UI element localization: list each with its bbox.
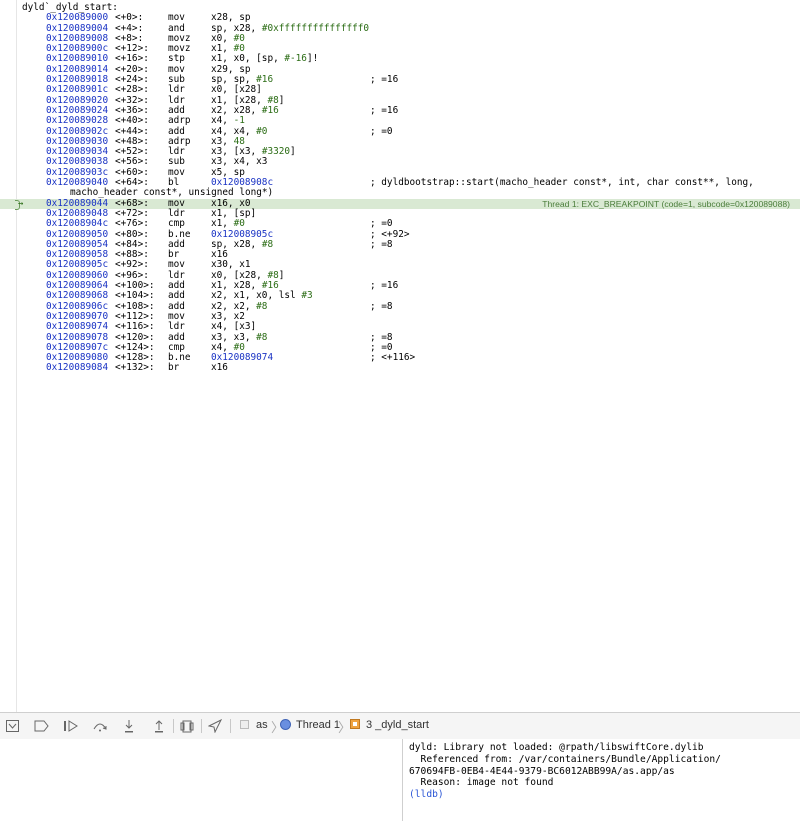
instruction-offset: <+116>:: [115, 321, 155, 333]
console-line: Referenced from: /var/containers/Bundle/…: [409, 753, 721, 765]
instruction-comment: ; <+116>: [370, 352, 416, 364]
immediate-value: #8: [256, 300, 268, 312]
debug-area: dyld: Library not loaded: @rpath/libswif…: [0, 739, 800, 821]
instruction-comment: ; =8: [370, 238, 393, 250]
instruction-comment: ; =0: [370, 218, 393, 230]
instruction-comment: ; =16: [370, 74, 399, 86]
step-over-icon[interactable]: [92, 718, 108, 734]
step-into-icon[interactable]: [122, 718, 136, 734]
step-out-icon[interactable]: [152, 718, 166, 734]
stack-frame-icon: [350, 719, 360, 729]
instruction-comment: ; =16: [370, 104, 399, 116]
operand-suffix: ]: [278, 269, 285, 281]
operand-suffix: ]!: [306, 53, 319, 65]
thread-stop-badge: Thread 1: EXC_BREAKPOINT (code=1, subcod…: [542, 198, 790, 209]
instruction-comment: ; dyldbootstrap::start(macho_header cons…: [370, 177, 754, 189]
simulate-location-icon[interactable]: [208, 718, 222, 734]
instruction-row[interactable]: 0x12008904c <+76>: cmp x1, #0; =0: [0, 218, 800, 230]
instruction-comment: ; =8: [370, 300, 393, 312]
continue-icon[interactable]: [63, 718, 79, 734]
breakpoints-toggle-icon[interactable]: [34, 718, 50, 734]
thread-icon: [280, 719, 291, 730]
operand-suffix: ]: [278, 94, 285, 106]
instruction-mnemonic: cmp: [168, 218, 185, 230]
immediate-value: #8: [256, 331, 268, 343]
console-line: Reason: image not found: [409, 777, 554, 789]
thread-name[interactable]: Thread 1: [296, 719, 340, 731]
immediate-value: #3: [301, 290, 313, 302]
instruction-comment: ; =0: [370, 125, 393, 137]
console-line: dyld: Library not loaded: @rpath/libswif…: [409, 742, 704, 753]
console-line: 670694FB-0EB4-4E44-9379-BC6012ABB99A/as.…: [409, 765, 675, 777]
instruction-comment: ; =16: [370, 280, 399, 292]
instruction-address: 0x120089074: [46, 321, 109, 333]
instruction-mnemonic: ldr: [168, 321, 185, 333]
lldb-prompt[interactable]: (lldb): [409, 789, 800, 801]
disassembly-listing[interactable]: dyld`_dyld_start: 0x120089000 <+0>: mov x28,…: [0, 2, 800, 374]
immediate-value: #0xfffffffffffffff0: [261, 22, 370, 34]
current-line-arrow-icon: →: [18, 198, 24, 209]
instruction-operands: x16: [211, 363, 228, 373]
stack-frame-name[interactable]: 3 _dyld_start: [366, 719, 429, 731]
immediate-value: #0: [256, 125, 268, 137]
console-output[interactable]: dyld: Library not loaded: @rpath/libswif…: [403, 739, 800, 821]
app-icon: [240, 720, 249, 729]
disassembly-editor[interactable]: dyld`_dyld_start: 0x120089000 <+0>: mov x28,…: [0, 0, 800, 712]
debug-bar: as 〉 Thread 1 〉 3 _dyld_start: [0, 712, 800, 740]
variables-view[interactable]: [0, 739, 403, 821]
immediate-value: #8: [261, 238, 274, 250]
process-name[interactable]: as: [256, 719, 268, 731]
instruction-offset: <+76>:: [115, 218, 149, 230]
toolbar-separator: [230, 719, 231, 733]
view-debugger-icon[interactable]: [180, 718, 194, 734]
immediate-value: #16: [261, 104, 279, 116]
instruction-address: 0x120089084: [46, 362, 109, 374]
instruction-mnemonic: br: [168, 362, 180, 374]
instruction-address: 0x12008904c: [46, 218, 109, 230]
operand-text: x16: [211, 362, 228, 374]
immediate-value: #-16: [284, 53, 307, 65]
instruction-row[interactable]: 0x120089074 <+116>: ldr x4, [x3]: [0, 321, 800, 333]
instruction-row[interactable]: 0x120089084 <+132>: br x16: [0, 362, 800, 374]
operand-suffix: ]: [290, 146, 296, 158]
toolbar-separator: [201, 719, 202, 733]
hide-debug-area-icon[interactable]: [5, 718, 19, 734]
toolbar-separator: [173, 719, 174, 733]
instruction-offset: <+132>:: [115, 362, 155, 374]
